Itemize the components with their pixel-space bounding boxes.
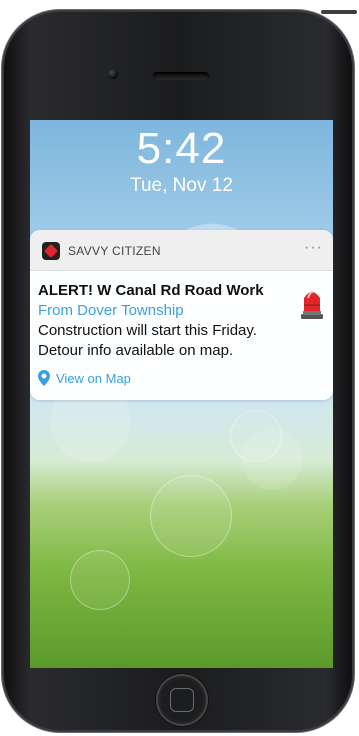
savvy-citizen-app-icon: [42, 242, 60, 260]
home-button[interactable]: [156, 674, 208, 726]
wallpaper-bubble: [150, 475, 232, 557]
power-button: [321, 10, 357, 14]
view-on-map-label: View on Map: [56, 370, 131, 386]
wallpaper-bubble: [70, 550, 130, 610]
alert-title: ALERT! W Canal Rd Road Work: [38, 282, 264, 299]
alert-body-line1: Construction will start this Friday.: [38, 322, 257, 339]
earpiece-speaker: [153, 72, 209, 80]
app-name: SAVVY CITIZEN: [68, 244, 161, 258]
lock-date: Tue, Nov 12: [130, 175, 233, 196]
alert-body-line2: Detour info available on map.: [38, 342, 234, 359]
wallpaper-bubble: [230, 410, 282, 462]
siren-icon: [301, 291, 323, 319]
alert-source: From Dover Township: [38, 302, 184, 319]
phone-frame: 5:42 Tue, Nov 12 SAVVY CITIZEN ··· ALERT…: [2, 10, 357, 732]
view-on-map-link[interactable]: View on Map: [38, 370, 131, 386]
map-pin-icon: [38, 370, 50, 386]
more-options-icon[interactable]: ···: [304, 239, 323, 257]
lock-screen: 5:42 Tue, Nov 12 SAVVY CITIZEN ··· ALERT…: [30, 120, 333, 668]
notification-header: SAVVY CITIZEN ···: [30, 230, 333, 271]
front-camera: [108, 69, 118, 79]
notification-card[interactable]: SAVVY CITIZEN ··· ALERT! W Canal Rd Road…: [30, 230, 333, 400]
lock-time: 5:42: [136, 124, 227, 173]
